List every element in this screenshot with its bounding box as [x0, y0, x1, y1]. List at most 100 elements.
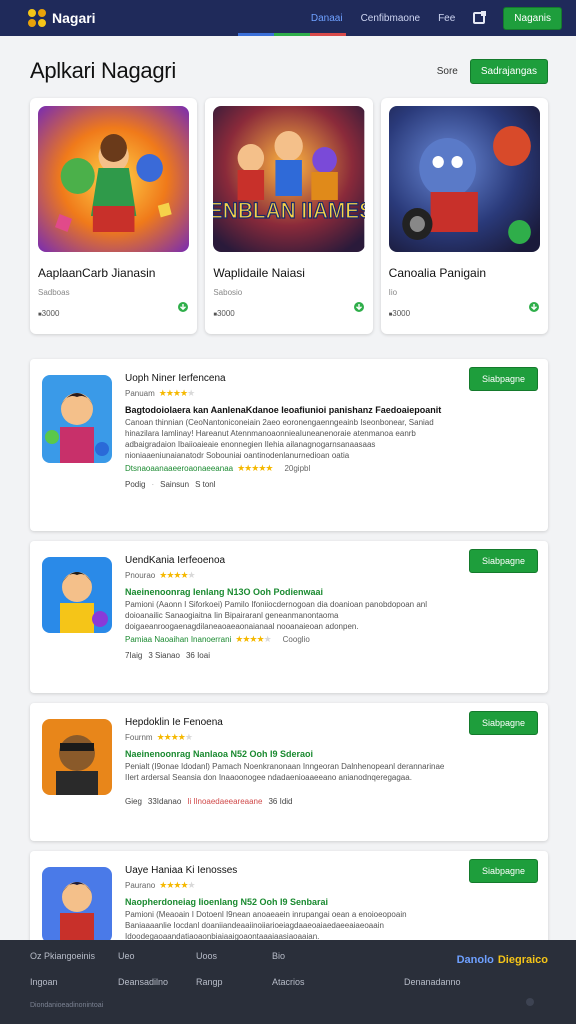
featured-apps: AaplaanCarb Jianasin Sadboas 3000 EIENBL… — [30, 98, 548, 334]
item-rating: Fournm ★★★★★ — [125, 732, 455, 743]
header-primary-button[interactable]: Sadrajangas — [469, 58, 548, 84]
app-icon — [42, 867, 112, 943]
item-count: Cooglio — [282, 635, 310, 644]
item-install-button[interactable]: Siabpagne — [468, 859, 538, 883]
brand-logo-icon — [28, 9, 46, 27]
footer-link[interactable]: Rangp — [196, 977, 223, 987]
download-icon[interactable] — [353, 301, 365, 313]
featured-footer: 3000 — [389, 301, 540, 318]
featured-title: AaplaanCarb Jianasin — [38, 266, 156, 280]
item-install-button[interactable]: Siabpagne — [468, 367, 538, 391]
item-meta-text: Pamiaa Naoaihan Inanoerrani — [125, 635, 232, 644]
rating-stars-icon: ★★★★★ — [159, 570, 195, 580]
download-icon[interactable] — [528, 301, 540, 313]
item-body: Uoph Niner Ierfencena Panuam ★★★★★ Bagto… — [125, 373, 455, 489]
item-meta: Dtsnaoaanaaeeroaonaeeanaa ★★★★★ 20gipbl — [125, 463, 455, 474]
nav-link-2[interactable]: Cenfibmaone — [361, 13, 420, 24]
item-headline: Naopherdoneiag Iioenlang N52 Ooh I9 Senb… — [125, 897, 329, 907]
featured-artwork — [388, 106, 540, 252]
footer-link[interactable]: Oz Pkiangoeinis — [30, 951, 95, 961]
page-header: Aplkari Nagagri Sore Sadrajangas — [30, 56, 548, 86]
nav-link-3[interactable]: Fee — [438, 13, 455, 24]
item-description: Pamioni (Meaoain I Dotoenl I9nean anoaea… — [125, 910, 407, 941]
item-foot-2: Sainsun — [160, 480, 190, 489]
item-rating-label: Pnourao — [125, 571, 156, 580]
item-body: UendKania Ierfeoenoa Pnourao ★★★★★ Naein… — [125, 555, 455, 660]
top-navigation: Nagari Danaai Cenfibmaone Fee Naganis — [0, 0, 576, 36]
rating-stars-icon: ★★★★★ — [159, 880, 195, 890]
footer-link[interactable]: Ueo — [118, 951, 135, 961]
item-meta: Pamiaa Naoaihan Inanoerrani ★★★★★ Coogli… — [125, 634, 455, 645]
item-footer: 7Iaig 3 Sianao 36 Ioai — [125, 651, 455, 660]
item-rating-label: Fournm — [125, 733, 153, 742]
item-rating-label: Paurano — [125, 881, 156, 890]
item-install-button[interactable]: Siabpagne — [468, 549, 538, 573]
footer-link[interactable]: Uoos — [196, 951, 217, 961]
featured-subtitle: Sadboas — [38, 288, 70, 297]
app-list-item[interactable]: UendKania Ierfeoenoa Pnourao ★★★★★ Naein… — [30, 541, 548, 693]
rating-stars-icon: ★★★★★ — [237, 463, 273, 473]
item-description: Penialt (I9onae Idodanl) Pamach Noenkran… — [125, 762, 445, 782]
item-foot-3: 36 Ioai — [185, 651, 210, 660]
rating-stars-icon: ★★★★★ — [156, 732, 193, 742]
item-footer: Gieg 33Idanao Ii Ilnoaedaeeareaane 36 Id… — [125, 797, 455, 806]
accent-stripe — [238, 33, 346, 36]
footer-link[interactable]: Denanadanno — [404, 977, 461, 987]
footer-link[interactable]: Ingoan — [30, 977, 58, 987]
item-install-button[interactable]: Siabpagne — [468, 711, 538, 735]
item-foot-3: S tonl — [195, 480, 216, 489]
item-description: Canoan thinnian (CeoNantoniconeiain 2aeo… — [125, 418, 434, 460]
rating-stars-icon: ★★★★★ — [235, 634, 271, 644]
item-headline: Naeinenoonrag Nanlaoa N52 Ooh I9 Sderaoi — [125, 749, 314, 759]
app-icon — [42, 375, 112, 463]
brand-name: Nagari — [52, 10, 96, 26]
nav-link-1[interactable]: Danaai — [311, 13, 343, 24]
item-count: 20gipbl — [284, 464, 311, 473]
app-list-item[interactable]: Hepdoklin Ie Fenoena Fournm ★★★★★ Naeine… — [30, 703, 548, 841]
app-icon — [42, 557, 112, 633]
footer-brand[interactable]: Danolo Diegraico — [457, 954, 548, 966]
footer-brand-b: Diegraico — [497, 954, 548, 966]
page-title: Aplkari Nagagri — [30, 58, 176, 83]
footer-copyright: Diondanioeadinonintoai — [30, 1002, 104, 1009]
external-link-icon[interactable] — [473, 11, 487, 24]
brand[interactable]: Nagari — [28, 9, 96, 27]
item-title: Uaye Haniaa Ki Ienosses — [125, 865, 238, 876]
item-foot-2: 33Idanao — [147, 797, 182, 806]
item-rating: Pnourao ★★★★★ — [125, 570, 455, 581]
featured-footer: 3000 — [213, 301, 364, 318]
footer-link[interactable]: Deansadilno — [118, 977, 168, 987]
nav-primary-button[interactable]: Naganis — [503, 6, 562, 30]
download-count: 3000 — [213, 309, 235, 318]
footer-link[interactable]: Atacrios — [272, 977, 305, 987]
item-foot-1: 7Iaig — [125, 651, 143, 660]
item-body: Uaye Haniaa Ki Ienosses Paurano ★★★★★ Na… — [125, 865, 455, 942]
footer-row-3: Diondanioeadinonintoai — [30, 1002, 548, 1009]
nav-menu: Danaai Cenfibmaone Fee Naganis — [311, 6, 562, 30]
featured-artwork — [38, 106, 190, 252]
featured-subtitle: Iio — [388, 288, 398, 297]
app-icon — [42, 719, 112, 795]
header-actions: Sore Sadrajangas — [437, 58, 548, 84]
featured-title: Canoalia Panigain — [388, 266, 487, 280]
featured-card[interactable]: EIENBLAN IIAMESA Waplidaile Naiasi Sabos… — [205, 98, 373, 334]
item-foot-4: 36 Idid — [268, 797, 293, 806]
item-rating-label: Panuam — [125, 389, 155, 398]
header-link[interactable]: Sore — [437, 66, 458, 77]
site-footer: Oz Pkiangoeinis Ueo Uoos Bio Danolo Dieg… — [0, 940, 576, 1024]
footer-link[interactable]: Bio — [272, 951, 285, 961]
item-meta-text: Dtsnaoaanaaeeroaonaeeanaa — [125, 464, 234, 473]
featured-card[interactable]: AaplaanCarb Jianasin Sadboas 3000 — [30, 98, 198, 334]
featured-artwork: EIENBLAN IIAMESA — [213, 106, 365, 252]
item-headline: Naeinenoonrag Ienlang N13O Ooh Podienwaa… — [125, 587, 324, 597]
item-foot-1: Podig — [125, 480, 146, 489]
featured-banner-line-1: EIENBLAN IIAMESA — [213, 198, 364, 223]
download-count: 3000 — [389, 309, 410, 318]
item-footer: Podig · Sainsun S tonl — [125, 480, 216, 489]
featured-card[interactable]: Canoalia Panigain Iio 3000 — [380, 98, 548, 334]
app-list-item[interactable]: Uoph Niner Ierfencena Panuam ★★★★★ Bagto… — [30, 359, 548, 531]
scroll-top-icon[interactable] — [526, 998, 534, 1006]
item-headline: Bagtodoiolaera kan AanlenaKdanoe Ieoafiu… — [125, 405, 442, 415]
download-icon[interactable] — [177, 301, 189, 313]
item-foot-1: Gieg — [125, 797, 142, 806]
